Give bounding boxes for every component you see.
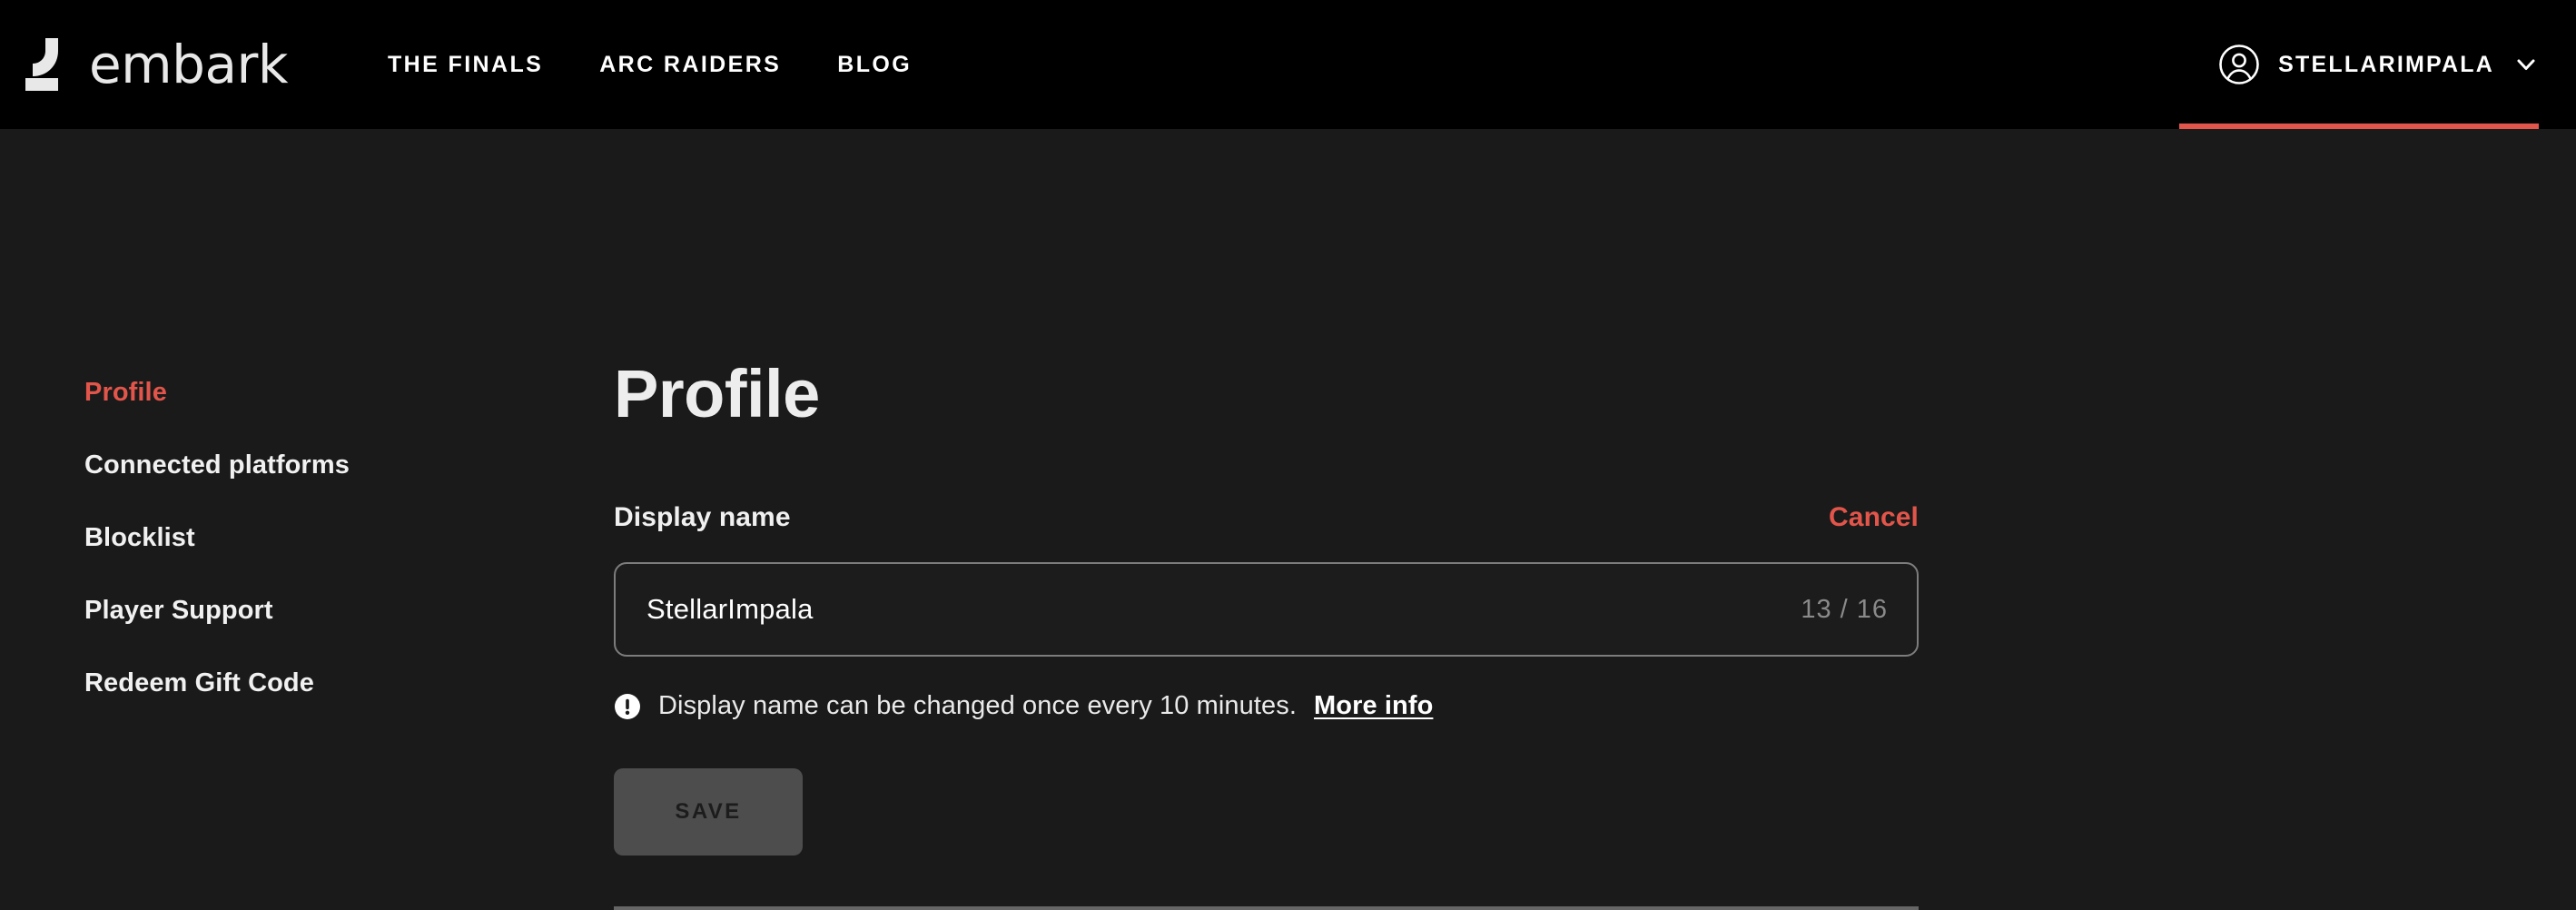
- display-name-input[interactable]: [646, 593, 1801, 626]
- display-name-input-wrapper[interactable]: 13 / 16: [614, 562, 1919, 657]
- cancel-button[interactable]: Cancel: [1829, 502, 1919, 533]
- page-body: Profile Connected platforms Blocklist Pl…: [0, 129, 2576, 910]
- brand-wordmark: embark: [89, 34, 288, 95]
- sidebar-item-blocklist[interactable]: Blocklist: [84, 523, 511, 553]
- account-username: STELLARIMPALA: [2278, 51, 2494, 77]
- main-content: Profile Display name Cancel 13 / 16 Disp…: [614, 129, 1919, 910]
- sidebar-item-redeem-gift-code[interactable]: Redeem Gift Code: [84, 668, 511, 698]
- nav-item-arc-raiders[interactable]: ARC RAIDERS: [599, 43, 781, 87]
- nav-item-blog[interactable]: BLOG: [837, 43, 912, 87]
- site-header: embark THE FINALS ARC RAIDERS BLOG STELL…: [0, 0, 2576, 129]
- main-navigation: THE FINALS ARC RAIDERS BLOG: [388, 43, 968, 87]
- more-info-link[interactable]: More info: [1314, 691, 1433, 721]
- display-name-label: Display name: [614, 502, 791, 532]
- section-divider: [614, 906, 1919, 910]
- display-name-field-header: Display name Cancel: [614, 502, 1919, 533]
- sidebar-item-connected-platforms[interactable]: Connected platforms: [84, 450, 511, 480]
- brand-logo-link[interactable]: embark: [16, 36, 288, 93]
- account-menu-button[interactable]: STELLARIMPALA: [2218, 0, 2538, 129]
- settings-sidebar: Profile Connected platforms Blocklist Pl…: [84, 378, 511, 741]
- user-circle-icon: [2218, 44, 2260, 85]
- save-button[interactable]: SAVE: [614, 768, 803, 856]
- character-counter: 13 / 16: [1801, 594, 1888, 624]
- sidebar-item-player-support[interactable]: Player Support: [84, 596, 511, 626]
- note-text: Display name can be changed once every 1…: [658, 691, 1298, 720]
- page-title: Profile: [614, 356, 820, 431]
- chevron-down-icon: [2514, 53, 2538, 76]
- nav-item-the-finals[interactable]: THE FINALS: [388, 43, 543, 87]
- embark-hook-logo-icon: [16, 36, 73, 93]
- display-name-note: Display name can be changed once every 1…: [614, 691, 1919, 721]
- exclamation-circle-icon: [614, 693, 641, 720]
- sidebar-item-profile[interactable]: Profile: [84, 378, 511, 408]
